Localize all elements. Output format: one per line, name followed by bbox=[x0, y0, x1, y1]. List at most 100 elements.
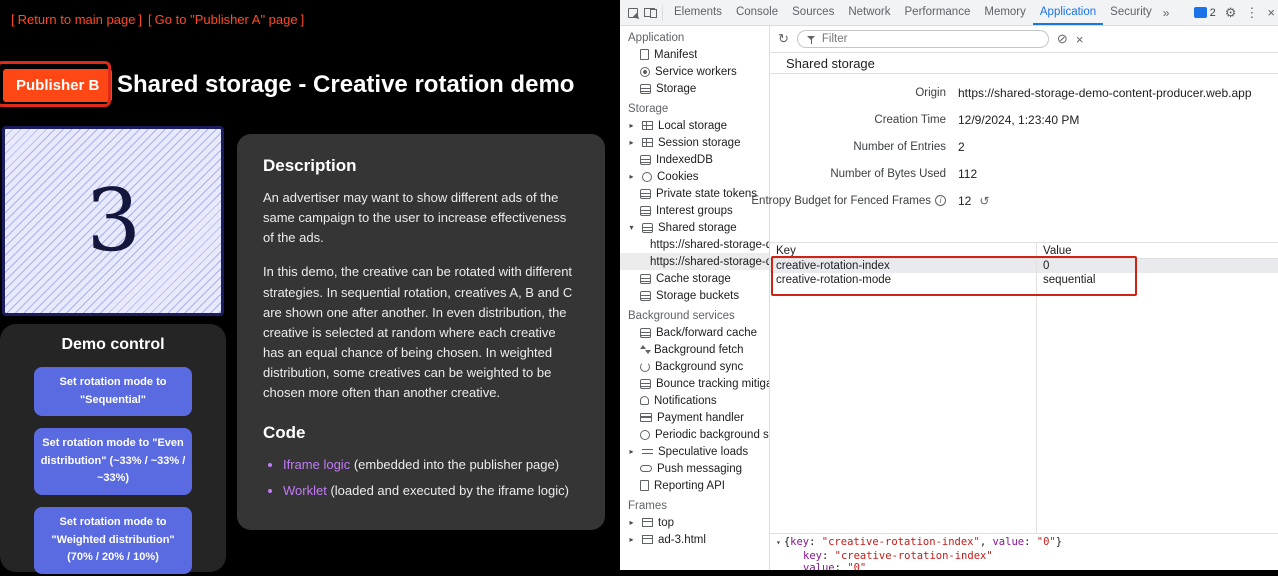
database-icon bbox=[640, 84, 651, 94]
field-label: Origin bbox=[915, 87, 946, 99]
sidebar-item-frame-top[interactable]: ▸top bbox=[620, 514, 769, 531]
tab-performance[interactable]: Performance bbox=[898, 0, 978, 25]
sidebar-item-session-storage[interactable]: ▸ Session storage bbox=[620, 134, 769, 151]
sidebar-item-push-messaging[interactable]: Push messaging bbox=[620, 460, 769, 477]
sidebar-item-interest-groups[interactable]: Interest groups bbox=[620, 202, 769, 219]
tab-console[interactable]: Console bbox=[729, 0, 785, 25]
worklet-link[interactable]: Worklet bbox=[283, 483, 327, 498]
database-icon bbox=[640, 291, 651, 301]
sidebar-section-frames: Frames bbox=[620, 494, 769, 514]
sidebar-item-label: Cookies bbox=[657, 171, 699, 183]
tab-network[interactable]: Network bbox=[841, 0, 897, 25]
sidebar-item-private-state-tokens[interactable]: Private state tokens bbox=[620, 185, 769, 202]
metadata-fields: Origin https://shared-storage-demo-conte… bbox=[770, 74, 1278, 214]
device-toolbar-icon[interactable] bbox=[644, 8, 655, 17]
sidebar-item-shared-storage[interactable]: ▾Shared storage bbox=[620, 219, 769, 236]
sidebar-section-application: Application bbox=[620, 26, 769, 46]
column-resize-divider[interactable] bbox=[1036, 243, 1037, 533]
sidebar-item-storage-buckets[interactable]: Storage buckets bbox=[620, 287, 769, 304]
delete-selected-icon[interactable]: × bbox=[1076, 32, 1084, 47]
sidebar-item-manifest[interactable]: Manifest bbox=[620, 46, 769, 63]
table-row-creative-rotation-index[interactable]: creative-rotation-index 0 bbox=[770, 259, 1278, 273]
creative-number: 3 bbox=[84, 170, 142, 272]
collapse-arrow-icon[interactable]: ▾ bbox=[626, 223, 637, 232]
expand-arrow-icon[interactable]: ▸ bbox=[626, 121, 637, 130]
iframe-logic-link[interactable]: Iframe logic bbox=[283, 457, 350, 472]
tab-sources[interactable]: Sources bbox=[785, 0, 841, 25]
column-header-value[interactable]: Value bbox=[1036, 245, 1072, 257]
sidebar-item-indexeddb[interactable]: IndexedDB bbox=[620, 151, 769, 168]
rotation-weighted-distribution-button[interactable]: Set rotation mode to "Weighted distribut… bbox=[34, 507, 192, 574]
sidebar-item-storage[interactable]: Storage bbox=[620, 80, 769, 97]
tab-security[interactable]: Security bbox=[1103, 0, 1159, 25]
filter-input[interactable] bbox=[822, 33, 1039, 45]
delete-all-icon[interactable]: ⊘ bbox=[1057, 31, 1068, 47]
expand-arrow-icon[interactable]: ▸ bbox=[626, 447, 637, 456]
expand-arrow-icon[interactable]: ▸ bbox=[626, 535, 637, 544]
sidebar-item-label: ad-3.html bbox=[658, 534, 706, 546]
database-icon bbox=[642, 223, 653, 233]
link-publisher-a-page[interactable]: Go to "Publisher A" page bbox=[155, 12, 298, 27]
sidebar-item-service-workers[interactable]: Service workers bbox=[620, 63, 769, 80]
expand-arrow-icon[interactable]: ▸ bbox=[626, 138, 637, 147]
issues-count: 2 bbox=[1210, 7, 1216, 19]
cookie-icon bbox=[642, 172, 652, 182]
reset-budget-icon[interactable]: ↺ bbox=[979, 194, 989, 208]
cell-value: sequential bbox=[1036, 274, 1095, 286]
field-label: Number of Entries bbox=[853, 141, 946, 153]
top-nav: [Return to main page][Go to "Publisher A… bbox=[8, 12, 307, 27]
tab-elements[interactable]: Elements bbox=[667, 0, 729, 25]
settings-gear-icon[interactable]: ⚙ bbox=[1225, 5, 1237, 21]
page-title: Shared storage - Creative rotation demo bbox=[117, 71, 574, 99]
column-header-key[interactable]: Key bbox=[770, 245, 1036, 257]
database-icon bbox=[640, 155, 651, 165]
publisher-b-badge[interactable]: Publisher B bbox=[3, 69, 112, 102]
sidebar-item-cookies[interactable]: ▸ Cookies bbox=[620, 168, 769, 185]
link-return-main-page[interactable]: Return to main page bbox=[18, 12, 136, 27]
field-value: https://shared-storage-demo-content-prod… bbox=[958, 86, 1252, 100]
inspect-element-icon[interactable] bbox=[628, 8, 638, 18]
sidebar-item-label: IndexedDB bbox=[656, 154, 713, 166]
panel-toolbar: ↻ ⊘ × bbox=[770, 26, 1278, 53]
filter-input-box bbox=[797, 30, 1049, 48]
database-icon bbox=[640, 328, 651, 338]
sidebar-item-background-sync[interactable]: Background sync bbox=[620, 358, 769, 375]
sidebar-item-notifications[interactable]: Notifications bbox=[620, 392, 769, 409]
sidebar-item-bounce-tracking-mitigations[interactable]: Bounce tracking mitiga… bbox=[620, 375, 769, 392]
field-label: Creation Time bbox=[874, 114, 946, 126]
rotation-even-distribution-button[interactable]: Set rotation mode to "Even distribution"… bbox=[34, 428, 192, 495]
kebab-menu-icon[interactable]: ⋮ bbox=[1245, 5, 1258, 21]
sidebar-item-label: Session storage bbox=[658, 137, 740, 149]
ad-creative-iframe[interactable]: 3 bbox=[2, 126, 224, 316]
rotation-sequential-button[interactable]: Set rotation mode to "Sequential" bbox=[34, 367, 192, 416]
refresh-icon[interactable]: ↻ bbox=[778, 31, 789, 47]
sidebar-item-reporting-api[interactable]: Reporting API bbox=[620, 477, 769, 494]
tab-application[interactable]: Application bbox=[1033, 0, 1103, 25]
sidebar-item-shared-storage-origin-1[interactable]: https://shared-storage-d… bbox=[620, 236, 769, 253]
sidebar-item-shared-storage-origin-2[interactable]: https://shared-storage-d… bbox=[620, 253, 769, 270]
tab-memory[interactable]: Memory bbox=[977, 0, 1033, 25]
sidebar-item-background-fetch[interactable]: Background fetch bbox=[620, 341, 769, 358]
sidebar-item-payment-handler[interactable]: Payment handler bbox=[620, 409, 769, 426]
divider bbox=[662, 5, 663, 21]
more-tabs-icon[interactable]: » bbox=[1159, 6, 1174, 20]
expand-arrow-icon[interactable]: ▸ bbox=[626, 518, 637, 527]
info-icon[interactable]: i bbox=[935, 195, 946, 206]
collapse-arrow-icon[interactable]: ▾ bbox=[776, 538, 784, 547]
sidebar-item-local-storage[interactable]: ▸Local storage bbox=[620, 117, 769, 134]
field-row-creation-time: Creation Time 12/9/2024, 1:23:40 PM bbox=[806, 106, 1278, 133]
close-devtools-icon[interactable]: × bbox=[1267, 5, 1275, 20]
sidebar-item-cache-storage[interactable]: Cache storage bbox=[620, 270, 769, 287]
sidebar-item-frame-ad-3[interactable]: ▸ ad-3.html bbox=[620, 531, 769, 548]
document-icon bbox=[640, 480, 649, 491]
issues-badge[interactable]: 2 bbox=[1194, 7, 1216, 19]
sidebar-item-speculative-loads[interactable]: ▸ Speculative loads bbox=[620, 443, 769, 460]
sidebar-item-periodic-background-sync[interactable]: Periodic background s… bbox=[620, 426, 769, 443]
code-list: Iframe logic (embedded into the publishe… bbox=[283, 455, 579, 500]
table-row-creative-rotation-mode[interactable]: creative-rotation-mode sequential bbox=[770, 273, 1278, 287]
sidebar-item-label: Speculative loads bbox=[658, 446, 748, 458]
preview-token: key bbox=[803, 550, 822, 562]
sidebar-item-back-forward-cache[interactable]: Back/forward cache bbox=[620, 324, 769, 341]
expand-arrow-icon[interactable]: ▸ bbox=[626, 172, 637, 181]
entry-preview-pane: ▾{key: "creative-rotation-index", value:… bbox=[770, 533, 1278, 570]
